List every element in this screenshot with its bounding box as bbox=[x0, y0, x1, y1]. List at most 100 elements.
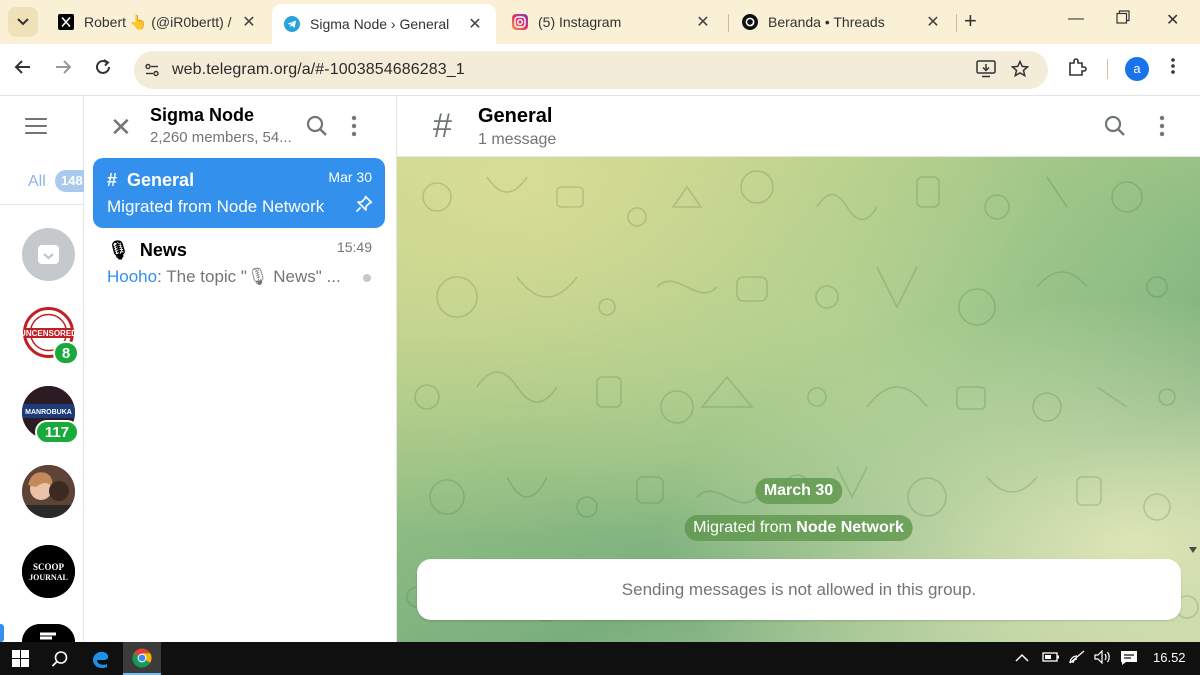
tab-title: Sigma Node › General bbox=[310, 16, 450, 32]
tab-title: Robert 👆 (@iR0bertt) / X bbox=[84, 13, 234, 30]
migrated-chat-link[interactable]: Node Network bbox=[796, 519, 904, 536]
more-options-icon[interactable] bbox=[351, 115, 357, 142]
topic-name: 🎙 News bbox=[107, 240, 187, 260]
chat-header[interactable]: # General 1 message bbox=[397, 96, 1200, 157]
windows-taskbar: 16.52 bbox=[0, 642, 1200, 675]
people-photo-image bbox=[22, 465, 75, 518]
topic-name: # General bbox=[107, 170, 195, 190]
close-tab-icon[interactable]: ✕ bbox=[694, 12, 712, 32]
tab-title: Beranda • Threads bbox=[768, 14, 885, 30]
chevron-down-icon bbox=[17, 18, 29, 26]
tab-search-button[interactable] bbox=[8, 7, 38, 37]
search-icon[interactable] bbox=[51, 650, 69, 673]
scrollbar-arrow-icon[interactable] bbox=[1189, 547, 1197, 553]
topic-last-message: Migrated from Node Network bbox=[107, 197, 325, 216]
archive-avatar[interactable] bbox=[22, 228, 75, 281]
bookmark-star-icon[interactable] bbox=[1010, 59, 1030, 83]
topic-time: Mar 30 bbox=[328, 169, 372, 185]
url-text: web.telegram.org/a/#-1003854686283_1 bbox=[172, 61, 465, 78]
topic-item-general[interactable]: # General Mar 30 Migrated from Node Netw… bbox=[93, 158, 385, 228]
chat-avatar-scoop-journal[interactable]: SCOOP JOURNAL bbox=[22, 545, 75, 598]
address-bar[interactable]: web.telegram.org/a/#-1003854686283_1 bbox=[134, 51, 1048, 89]
close-topics-button[interactable]: ✕ bbox=[110, 114, 132, 140]
close-tab-icon[interactable]: ✕ bbox=[924, 12, 942, 32]
chat-folders-column: All 148 UNCENSORED 8 MANROBUKA 117 SCOOP… bbox=[0, 96, 85, 642]
tab-threads[interactable]: Beranda • Threads ✕ bbox=[730, 4, 954, 40]
x-logo-icon bbox=[58, 14, 74, 30]
topic-hash-icon: # bbox=[433, 107, 452, 145]
install-app-icon[interactable] bbox=[976, 60, 996, 83]
archive-icon bbox=[38, 245, 59, 264]
toolbar-divider bbox=[1107, 59, 1108, 79]
tab-x[interactable]: Robert 👆 (@iR0bertt) / X ✕ bbox=[46, 4, 270, 40]
instagram-icon bbox=[512, 14, 528, 30]
search-icon[interactable] bbox=[1104, 115, 1126, 142]
folder-unread-count: 148 bbox=[55, 170, 85, 192]
folder-tab-all[interactable]: All bbox=[28, 173, 46, 191]
tab-telegram[interactable]: Sigma Node › General ✕ bbox=[272, 4, 496, 44]
notifications-icon[interactable] bbox=[1120, 650, 1138, 669]
chrome-taskbar-button[interactable] bbox=[123, 642, 161, 675]
composer-restricted-notice: Sending messages is not allowed in this … bbox=[417, 559, 1181, 620]
extensions-icon[interactable] bbox=[1067, 57, 1087, 82]
topic-time: 15:49 bbox=[336, 239, 372, 255]
back-arrow-icon bbox=[14, 60, 30, 74]
browser-menu-icon[interactable] bbox=[1170, 57, 1176, 80]
wifi-icon[interactable] bbox=[1069, 650, 1085, 667]
tab-separator bbox=[728, 14, 729, 32]
restore-button[interactable] bbox=[1116, 10, 1130, 29]
profile-avatar[interactable]: a bbox=[1125, 57, 1149, 81]
chat-title: General bbox=[478, 105, 553, 127]
topic-sender: Hooho bbox=[107, 267, 158, 286]
hash-icon: # bbox=[107, 170, 118, 190]
unread-badge: 117 bbox=[35, 420, 79, 444]
microphone-icon: 🎙 bbox=[107, 240, 130, 260]
reload-button[interactable] bbox=[94, 58, 112, 81]
more-options-icon[interactable] bbox=[1159, 115, 1165, 142]
tab-title: (5) Instagram bbox=[538, 14, 622, 30]
group-title[interactable]: Sigma Node bbox=[150, 105, 254, 126]
date-separator: March 30 bbox=[754, 478, 843, 504]
service-message: Migrated from Node Network bbox=[684, 515, 913, 541]
group-subtitle: 2,260 members, 54... bbox=[150, 129, 292, 146]
chat-avatar-photo[interactable] bbox=[22, 465, 75, 518]
site-settings-icon[interactable] bbox=[144, 62, 160, 83]
edge-browser-icon[interactable] bbox=[91, 649, 111, 674]
threads-icon bbox=[742, 14, 758, 30]
close-window-button[interactable]: ✕ bbox=[1166, 10, 1179, 30]
main-menu-icon[interactable] bbox=[25, 118, 47, 139]
tab-separator bbox=[956, 14, 957, 32]
folder-divider bbox=[0, 204, 84, 205]
back-button[interactable] bbox=[14, 58, 32, 81]
restore-icon bbox=[1116, 10, 1130, 24]
show-hidden-icons-icon[interactable] bbox=[1015, 650, 1029, 666]
volume-icon[interactable] bbox=[1094, 649, 1112, 667]
chat-logo-image bbox=[22, 624, 75, 642]
telegram-icon bbox=[284, 16, 300, 32]
chat-avatar-partial[interactable] bbox=[22, 624, 75, 642]
unread-badge: 8 bbox=[53, 341, 79, 365]
svg-text:JOURNAL: JOURNAL bbox=[29, 573, 68, 582]
battery-icon[interactable] bbox=[1042, 650, 1060, 666]
tab-instagram[interactable]: (5) Instagram ✕ bbox=[500, 4, 724, 40]
svg-text:MANROBUKA: MANROBUKA bbox=[25, 409, 72, 416]
new-tab-button[interactable]: + bbox=[964, 10, 977, 32]
minimize-button[interactable]: — bbox=[1068, 10, 1084, 28]
topic-last-message: Hooho: The topic "🎙 News" ... bbox=[107, 267, 341, 286]
chat-messages-area[interactable]: March 30 Migrated from Node Network Send… bbox=[397, 157, 1200, 642]
chrome-icon bbox=[132, 648, 152, 668]
browser-toolbar: web.telegram.org/a/#-1003854686283_1 a bbox=[0, 44, 1200, 96]
browser-tab-strip: Robert 👆 (@iR0bertt) / X ✕ Sigma Node › … bbox=[0, 0, 1200, 44]
close-tab-icon[interactable]: ✕ bbox=[466, 14, 484, 34]
forward-arrow-icon bbox=[56, 60, 72, 74]
search-icon[interactable] bbox=[306, 115, 328, 142]
close-tab-icon[interactable]: ✕ bbox=[240, 12, 258, 32]
taskbar-clock[interactable]: 16.52 bbox=[1153, 650, 1186, 665]
svg-text:SCOOP: SCOOP bbox=[33, 562, 65, 572]
topics-panel: ✕ Sigma Node 2,260 members, 54... # Gene… bbox=[84, 96, 397, 642]
topic-item-news[interactable]: 🎙 News 15:49 Hooho: The topic "🎙 News" .… bbox=[93, 228, 385, 298]
windows-start-icon[interactable] bbox=[12, 650, 29, 672]
journal-logo-image: SCOOPJOURNAL bbox=[22, 545, 75, 598]
muted-unread-dot bbox=[363, 274, 371, 282]
forward-button[interactable] bbox=[54, 58, 72, 81]
